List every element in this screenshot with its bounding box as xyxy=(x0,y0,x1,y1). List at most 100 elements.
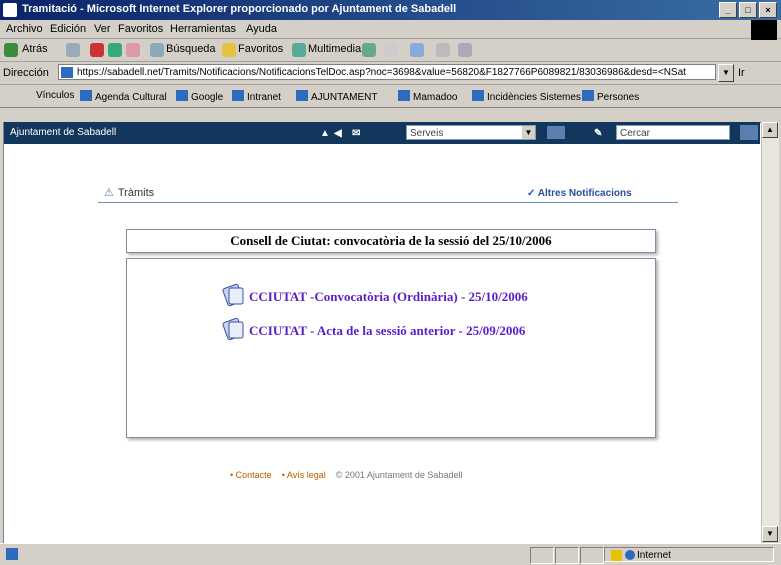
media-icon[interactable] xyxy=(292,43,306,57)
link-page-icon xyxy=(296,90,308,101)
link-label: Intranet xyxy=(247,92,281,103)
history-icon[interactable] xyxy=(362,43,376,57)
copyright-text: © 2001 Ajuntament de Sabadell xyxy=(335,470,463,480)
link-page-icon xyxy=(582,90,594,101)
status-panes xyxy=(530,547,605,564)
section-select[interactable]: Serveis ▼ xyxy=(406,125,536,140)
link-page-icon xyxy=(232,90,244,101)
link-intranet[interactable]: Intranet xyxy=(232,90,281,103)
contact-label: Contacte xyxy=(235,470,272,480)
go-button[interactable]: Ir xyxy=(738,67,745,79)
windows-flag-icon xyxy=(751,20,777,40)
search-button[interactable]: Búsqueda xyxy=(166,43,216,55)
link-label: Agenda Cultural xyxy=(95,92,167,103)
section-go-button[interactable] xyxy=(547,126,565,139)
link-page-icon xyxy=(176,90,188,101)
link-ajuntament[interactable]: AJUNTAMENT xyxy=(296,90,377,103)
check-icon: ✓ xyxy=(527,188,538,199)
link-label: Google xyxy=(191,92,224,103)
browser-window: Tramitació - Microsoft Internet Explorer… xyxy=(0,0,781,565)
favorites-button[interactable]: Favoritos xyxy=(238,43,283,55)
globe-icon xyxy=(625,550,635,560)
security-zone: Internet xyxy=(604,547,774,562)
breadcrumb: ⚠ Tràmits xyxy=(104,186,154,199)
favorites-star-icon[interactable] xyxy=(222,43,236,57)
divider xyxy=(98,202,678,203)
page-icon xyxy=(61,67,73,78)
address-dropdown-arrow[interactable]: ▼ xyxy=(718,64,734,82)
link-persones[interactable]: Persones xyxy=(582,90,639,103)
zone-label: Internet xyxy=(637,550,671,561)
menu-archivo[interactable]: Archivo xyxy=(6,23,43,35)
minimize-button[interactable]: _ xyxy=(719,2,737,18)
other-notifications-link[interactable]: ✓ Altres Notificacions xyxy=(527,188,632,199)
scroll-up-arrow[interactable]: ▲ xyxy=(762,122,778,138)
discuss-icon[interactable] xyxy=(458,43,472,57)
link-agenda-cultural[interactable]: Agenda Cultural xyxy=(80,90,167,103)
mail-icon[interactable]: ✉ xyxy=(352,128,360,139)
link-page-icon xyxy=(398,90,410,101)
status-pane xyxy=(580,547,604,564)
refresh-icon[interactable] xyxy=(108,43,122,57)
home-icon[interactable] xyxy=(126,43,140,57)
chevron-down-icon: ▼ xyxy=(522,126,535,139)
heading-box: Consell de Ciutat: convocatòria de la se… xyxy=(126,229,656,253)
link-label: Incidències Sistemes xyxy=(487,92,581,103)
documents-box: CCIUTAT -Convocatòria (Ordinària) - 25/1… xyxy=(126,258,656,438)
search-icon: ✎ xyxy=(594,128,603,139)
forward-arrow-icon[interactable] xyxy=(66,43,80,57)
contact-link[interactable]: • Contacte xyxy=(230,470,272,480)
back-button[interactable]: Atrás xyxy=(22,43,48,55)
link-incidencies[interactable]: Incidències Sistemes xyxy=(472,90,581,103)
multimedia-button[interactable]: Multimedia xyxy=(308,43,361,55)
maximize-button[interactable]: □ xyxy=(739,2,757,18)
standard-toolbar: Atrás Búsqueda Favoritos Multimedia xyxy=(0,39,781,62)
menu-edicion[interactable]: Edición xyxy=(50,23,86,35)
share-icon[interactable]: ◀ xyxy=(334,128,342,139)
home-icon[interactable]: ▲ xyxy=(320,128,330,139)
site-brand[interactable]: Ajuntament de Sabadell xyxy=(10,127,116,138)
legal-label: Avís legal xyxy=(286,470,326,480)
menu-ayuda[interactable]: Ayuda xyxy=(246,23,277,35)
link-label: Persones xyxy=(597,92,640,103)
page-title: Consell de Ciutat: convocatòria de la se… xyxy=(230,233,552,248)
document-label: CCIUTAT - Acta de la sessió anterior - 2… xyxy=(249,323,526,338)
scroll-down-arrow[interactable]: ▼ xyxy=(762,526,778,542)
link-page-icon xyxy=(80,90,92,101)
site-search-input[interactable]: Cercar xyxy=(616,125,730,140)
address-input[interactable]: https://sabadell.net/Tramits/Notificacio… xyxy=(58,64,716,80)
document-icon xyxy=(222,317,244,341)
link-page-icon xyxy=(472,90,484,101)
menu-favoritos[interactable]: Favoritos xyxy=(118,23,163,35)
link-google[interactable]: Google xyxy=(176,90,223,103)
site-search-button[interactable] xyxy=(740,125,758,140)
page-footer: • Contacte • Avís legal © 2001 Ajuntamen… xyxy=(230,470,462,480)
site-search-placeholder: Cercar xyxy=(620,128,651,139)
status-pane xyxy=(555,547,579,564)
search-icon[interactable] xyxy=(150,43,164,57)
edit-icon[interactable] xyxy=(436,43,450,57)
link-mamadoo[interactable]: Mamadoo xyxy=(398,90,457,103)
tramits-icon: ⚠ xyxy=(104,187,114,199)
status-bar: Internet xyxy=(0,543,781,565)
stop-icon[interactable] xyxy=(90,43,104,57)
address-value: https://sabadell.net/Tramits/Notificacio… xyxy=(77,67,686,78)
vertical-scrollbar[interactable]: ▲ ▼ xyxy=(761,122,779,542)
document-link-convocatoria[interactable]: CCIUTAT -Convocatòria (Ordinària) - 25/1… xyxy=(221,283,528,307)
document-icon xyxy=(222,283,244,307)
menu-ver[interactable]: Ver xyxy=(94,23,111,35)
page-status-icon xyxy=(6,548,18,560)
address-label: Dirección xyxy=(3,67,49,79)
links-label: Vínculos xyxy=(36,90,75,101)
mail-icon[interactable] xyxy=(384,43,398,57)
other-notifications-label: Altres Notificacions xyxy=(537,188,632,199)
ie-icon xyxy=(3,3,17,17)
legal-link[interactable]: • Avís legal xyxy=(282,470,326,480)
print-icon[interactable] xyxy=(410,43,424,57)
document-link-acta[interactable]: CCIUTAT - Acta de la sessió anterior - 2… xyxy=(221,317,525,341)
window-title: Tramitació - Microsoft Internet Explorer… xyxy=(22,3,457,15)
back-arrow-icon[interactable] xyxy=(4,43,18,57)
menu-herramientas[interactable]: Herramientas xyxy=(170,23,236,35)
lock-icon xyxy=(611,550,622,561)
close-button[interactable]: × xyxy=(759,2,777,18)
